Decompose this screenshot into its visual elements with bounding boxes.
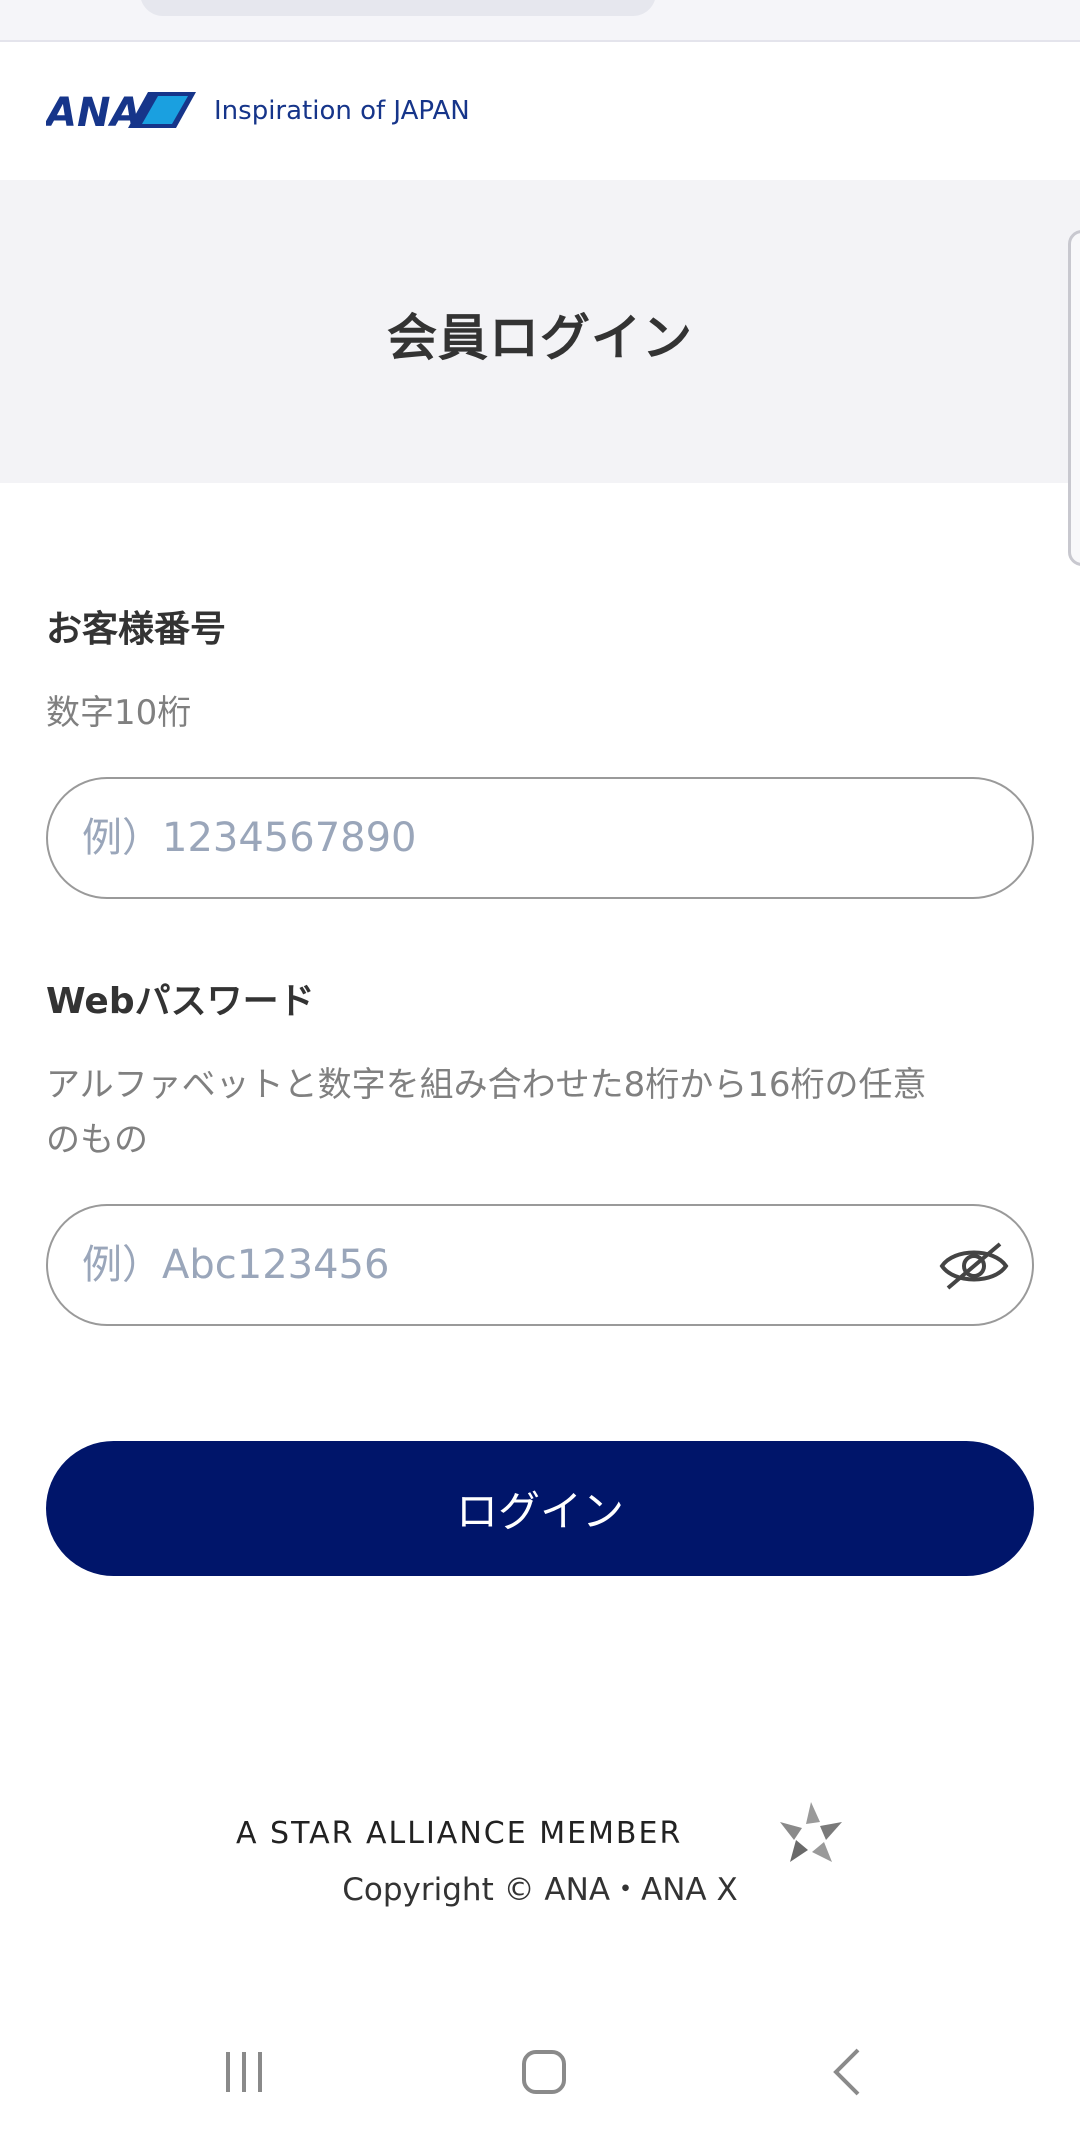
eye-off-icon[interactable]: [938, 1240, 1010, 1292]
title-band: 会員ログイン: [0, 180, 1080, 483]
star-alliance-icon: [780, 1802, 842, 1862]
back-icon[interactable]: [818, 2042, 878, 2102]
android-nav-bar: [0, 2020, 1080, 2129]
password-field[interactable]: [46, 1204, 1034, 1326]
password-input[interactable]: [82, 1206, 942, 1324]
customer-number-label: お客様番号: [46, 609, 227, 650]
login-page: ANA Inspiration of JAPAN 会員ログイン お客様番号 数字…: [0, 0, 1080, 2129]
star-alliance-text: A STAR ALLIANCE MEMBER: [236, 1816, 683, 1851]
site-header: ANA Inspiration of JAPAN: [0, 44, 1080, 180]
customer-number-hint: 数字10桁: [46, 693, 192, 733]
password-label: Webパスワード: [46, 981, 315, 1022]
recent-apps-icon[interactable]: [214, 2042, 274, 2102]
browser-top-strip: [0, 0, 1080, 42]
copyright: Copyright © ANA・ANA X: [342, 1872, 738, 1908]
svg-text:ANA: ANA: [46, 90, 141, 130]
home-icon[interactable]: [514, 2042, 574, 2102]
password-hint-line1: アルファベットと数字を組み合わせた8桁から16桁の任意: [46, 1065, 927, 1105]
customer-number-input[interactable]: [82, 779, 942, 897]
page-title: 会員ログイン: [387, 309, 693, 367]
side-feedback-tab[interactable]: [1068, 230, 1080, 566]
tagline: Inspiration of JAPAN: [214, 96, 470, 126]
customer-number-field[interactable]: [46, 777, 1034, 899]
password-hint-line2: のもの: [46, 1120, 148, 1160]
address-bar[interactable]: [140, 0, 656, 16]
login-button[interactable]: ログイン: [46, 1441, 1034, 1576]
ana-logo[interactable]: ANA: [46, 90, 196, 130]
